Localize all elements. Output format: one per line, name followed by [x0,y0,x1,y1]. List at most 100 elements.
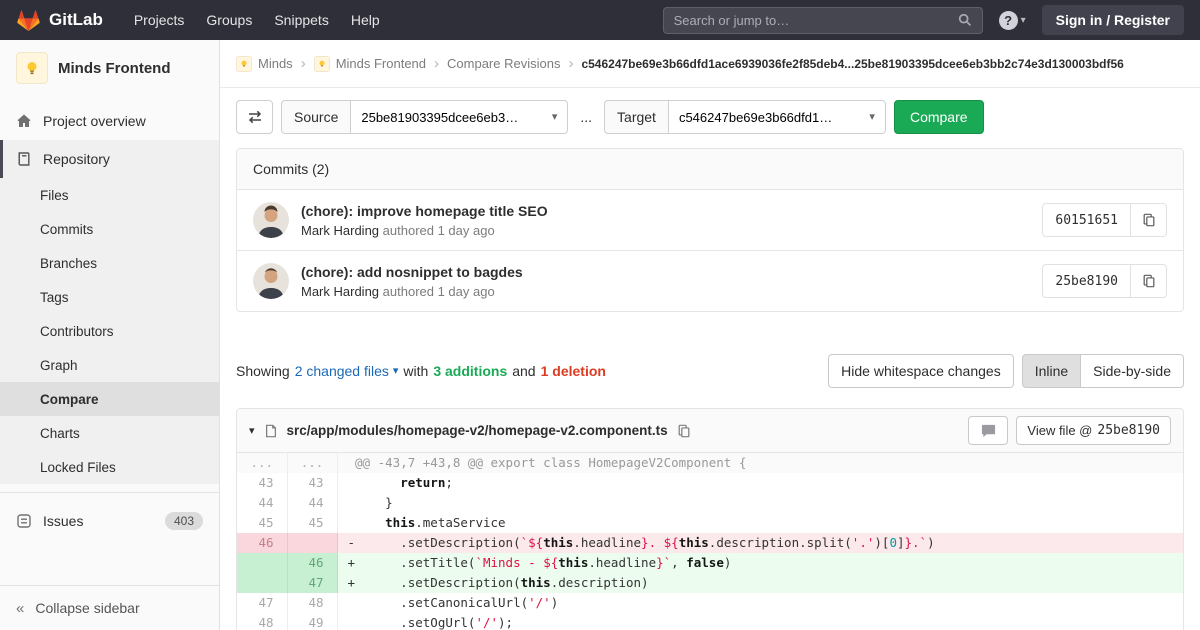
search-input[interactable] [673,12,958,28]
home-icon [16,113,32,129]
chevron-down-icon: ▾ [551,110,558,123]
breadcrumb-page-link[interactable]: Compare Revisions [447,56,560,71]
diff-table: ...... @@ -43,7 +43,8 @@ export class Ho… [237,453,1183,630]
diff-new-line-number[interactable]: 48 [287,593,338,613]
diff-old-line-number[interactable]: 43 [237,473,288,493]
sidebar-section-repository: Repository Files Commits Branches Tags C… [0,140,219,484]
sidebar-item-project-overview[interactable]: Project overview [0,102,219,140]
author-avatar[interactable] [253,263,289,299]
copy-icon [1143,274,1154,288]
source-group: Source 25be81903395dcee6eb3… ▾ [281,100,569,134]
commit-sha-link[interactable]: 25be8190 [1042,264,1131,298]
compare-button[interactable]: Compare [893,100,984,134]
diff-old-line-number[interactable] [237,573,288,593]
breadcrumb-group-link[interactable]: Minds [236,55,293,72]
diff-old-line-number[interactable]: 45 [237,513,288,533]
sidebar-item-compare[interactable]: Compare [0,382,219,416]
target-revision-value: c546247be69e3b66dfd1… [678,109,833,125]
swap-arrows-icon [248,110,261,124]
toggle-comments-button[interactable] [968,416,1009,445]
commit-sha-link[interactable]: 60151651 [1042,203,1131,237]
compare-form: Source 25be81903395dcee6eb3… ▾ ... Targe… [236,100,1184,134]
diff-old-line-number[interactable]: ... [237,453,288,473]
diff-new-line-number[interactable]: 49 [287,613,338,630]
diff-new-line-number[interactable]: 44 [287,493,338,513]
group-avatar [236,55,252,72]
sidebar-item-graph[interactable]: Graph [0,348,219,382]
hide-whitespace-button[interactable]: Hide whitespace changes [828,354,1014,388]
diff-new-line-number[interactable]: ... [287,453,338,473]
diff-old-line-number[interactable]: 48 [237,613,288,630]
file-path-link[interactable]: src/app/modules/homepage-v2/homepage-v2.… [287,423,668,438]
view-file-button[interactable]: View file @ 25be8190 [1016,416,1171,445]
diff-stats: Showing 2 changed files ▾ with 3 additio… [236,363,606,379]
nav-link-snippets[interactable]: Snippets [263,0,339,40]
diff-new-line-number[interactable]: 43 [287,473,338,493]
diff-old-line-number[interactable] [237,553,288,573]
diff-new-line-number[interactable]: 45 [287,513,338,533]
issues-icon [16,513,32,529]
diff-old-line-number[interactable]: 46 [237,533,288,553]
changed-files-dropdown[interactable]: 2 changed files ▾ [295,363,399,379]
sign-in-button[interactable]: Sign in / Register [1041,5,1184,35]
commit-title-link[interactable]: (chore): improve homepage title SEO [301,203,1042,219]
source-revision-dropdown[interactable]: 25be81903395dcee6eb3… ▾ [350,100,569,134]
diff-line: 48 49 .setOgUrl('/'); [237,613,1183,630]
with-label: with [403,363,429,379]
diff-old-line-number[interactable]: 47 [237,593,288,613]
sidebar-item-label: Project overview [43,113,146,129]
nav-link-help[interactable]: Help [340,0,391,40]
source-revision-value: 25be81903395dcee6eb3… [361,109,519,125]
search-icon [958,13,971,27]
sidebar-item-tags[interactable]: Tags [0,280,219,314]
main-content: Minds › Minds Frontend › Compare Revisio… [220,40,1200,630]
commit-meta: Mark Harding authored 1 day ago [301,223,1042,238]
collapse-diff-caret-icon[interactable]: ▾ [249,424,255,437]
commit-author-link[interactable]: Mark Harding [301,284,379,299]
diff-line: 44 44 } [237,493,1183,513]
collapse-sidebar-button[interactable]: « Collapse sidebar [0,585,219,630]
nav-link-groups[interactable]: Groups [195,0,263,40]
target-revision-dropdown[interactable]: c546247be69e3b66dfd1… ▾ [667,100,886,134]
breadcrumb-project-link[interactable]: Minds Frontend [313,55,427,72]
nav-link-projects[interactable]: Projects [123,0,196,40]
help-menu-button[interactable]: ? ▾ [998,10,1026,30]
sidebar: Minds Frontend Project overview Reposito… [0,40,220,630]
copy-sha-button[interactable] [1131,264,1167,298]
commit-row: (chore): add nosnippet to bagdes Mark Ha… [237,250,1183,311]
commit-title-link[interactable]: (chore): add nosnippet to bagdes [301,264,1042,280]
sidebar-item-locked-files[interactable]: Locked Files [0,450,219,484]
showing-label: Showing [236,363,290,379]
sidebar-item-files[interactable]: Files [0,178,219,212]
diff-file-header: ▾ src/app/modules/homepage-v2/homepage-v… [237,409,1183,453]
diff-line-content: .setOgUrl('/'); [355,615,514,630]
changed-files-label: 2 changed files [294,363,389,379]
sidebar-item-issues[interactable]: Issues 403 [0,501,219,541]
diff-line: 47 + .setDescription(this.description) [237,573,1183,593]
copy-file-path-button[interactable] [677,424,691,438]
author-avatar[interactable] [253,202,289,238]
sidebar-project-link[interactable]: Minds Frontend [0,40,219,94]
sidebar-item-commits[interactable]: Commits [0,212,219,246]
diff-line: 46 - .setDescription(`${this.headline}. $… [237,533,1183,553]
diff-line: 43 43 return; [237,473,1183,493]
diff-line: 46 + .setTitle(`Minds - ${this.headline}`… [237,553,1183,573]
sidebar-item-repository[interactable]: Repository [0,140,219,178]
navbar-right: ? ▾ Sign in / Register [662,5,1184,35]
sidebar-item-branches[interactable]: Branches [0,246,219,280]
copy-sha-button[interactable] [1131,203,1167,237]
inline-view-button[interactable]: Inline [1021,354,1082,388]
diff-new-line-number[interactable]: 46 [287,553,338,573]
diff-new-line-number[interactable] [287,533,338,553]
sidebar-item-charts[interactable]: Charts [0,416,219,450]
collapse-label: Collapse sidebar [35,600,140,616]
diff-old-line-number[interactable]: 44 [237,493,288,513]
gitlab-home-link[interactable]: GitLab [16,8,103,32]
diff-new-line-number[interactable]: 47 [287,573,338,593]
swap-revisions-button[interactable] [236,100,273,134]
side-by-side-view-button[interactable]: Side-by-side [1081,354,1184,388]
commit-author-link[interactable]: Mark Harding [301,223,379,238]
diff-line-content: .setCanonicalUrl('/') [355,595,559,610]
breadcrumb-project-label: Minds Frontend [335,56,427,71]
sidebar-item-contributors[interactable]: Contributors [0,314,219,348]
